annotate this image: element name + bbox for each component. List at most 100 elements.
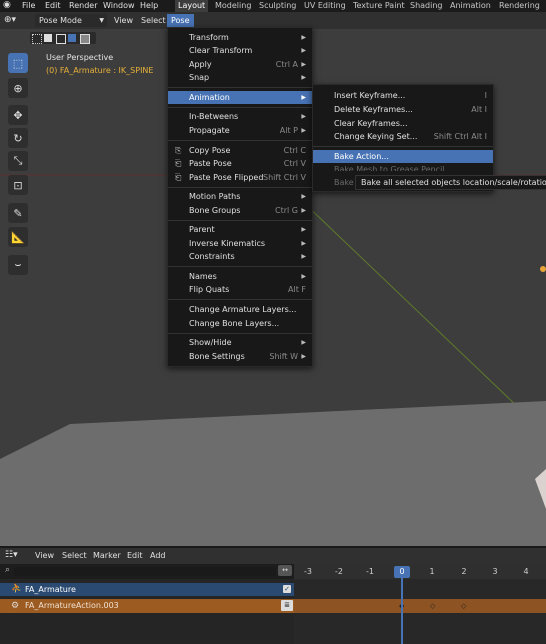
menu-item-inverse-kinematics[interactable]: Inverse Kinematics ▶ [168, 237, 312, 250]
menu-item-bone-groups[interactable]: Bone Groups Ctrl G ▶ [168, 204, 312, 217]
tl-menu-view[interactable]: View [35, 549, 54, 562]
editor-type-icon[interactable]: ☷▾ [5, 549, 18, 562]
tab-sculpting[interactable]: Sculpting [259, 0, 296, 12]
menu-item-constraints[interactable]: Constraints ▶ [168, 250, 312, 263]
select-invert-icon[interactable] [68, 34, 76, 42]
menu-edit[interactable]: Edit [45, 0, 61, 12]
search-icon: ⌕ [5, 565, 11, 575]
transform-tool-icon[interactable]: ⊡ [8, 175, 28, 195]
object-info: (0) FA_Armature : IK_SPINE [46, 66, 154, 75]
select-box-tool-icon[interactable]: ⬚ [8, 53, 28, 73]
timeline-header: ☷▾ View Select Marker Edit Add [0, 548, 546, 564]
menu-item-paste-pose-flipped[interactable]: ⎗ Paste Pose Flipped Shift Ctrl V [168, 171, 312, 184]
menu-item-names[interactable]: Names ▶ [168, 270, 312, 283]
menu-item-parent[interactable]: Parent ▶ [168, 223, 312, 236]
action-keyframe-track[interactable] [294, 599, 546, 613]
mode-dropdown[interactable]: Pose Mode ▼ [35, 14, 107, 27]
menu-item-bone-settings[interactable]: Bone Settings Shift W ▶ [168, 350, 312, 363]
paste-icon: ⎗ [175, 159, 182, 168]
menu-view[interactable]: View [114, 14, 133, 27]
frame-label: 1 [429, 567, 435, 576]
pose-menu: Transform ▶ Clear Transform ▶ Apply Ctrl A ▶… [167, 27, 313, 367]
keyframe-diamond[interactable]: ◇ [461, 602, 466, 610]
menu-window[interactable]: Window [103, 0, 135, 12]
armature-icon: ⛹ [11, 584, 23, 594]
menu-item-clear-transform[interactable]: Clear Transform ▶ [168, 44, 312, 57]
view-name: User Perspective [46, 53, 114, 62]
sync-icon[interactable]: ↔ [278, 565, 292, 576]
rotate-tool-icon[interactable]: ↻ [8, 128, 28, 148]
menu-item-apply[interactable]: Apply Ctrl A ▶ [168, 58, 312, 71]
channel-row-object[interactable]: ⛹ FA_Armature ✓ [0, 583, 294, 596]
bake-action-tooltip: Bake all selected objects location/scale… [355, 175, 546, 190]
menu-item-clear-keyframes[interactable]: Clear Keyframes... [313, 117, 493, 130]
keyframe-diamond[interactable]: ◇ [430, 602, 435, 610]
menu-item-insert-keyframe[interactable]: Insert Keyframe... I [313, 89, 493, 102]
annotate-tool-icon[interactable]: ✎ [8, 203, 28, 223]
menu-item-delete-keyframes[interactable]: Delete Keyframes... Alt I [313, 103, 493, 116]
menu-pose[interactable]: Pose [167, 14, 194, 27]
select-new-icon[interactable] [32, 34, 42, 44]
menu-item-propagate[interactable]: Propagate Alt P ▶ [168, 124, 312, 137]
tl-menu-edit[interactable]: Edit [127, 549, 143, 562]
menu-item-bake-action[interactable]: Bake Action... [313, 150, 493, 163]
menu-item-motion-paths[interactable]: Motion Paths ▶ [168, 190, 312, 203]
tab-uv-editing[interactable]: UV Editing [304, 0, 346, 12]
select-subtract-icon[interactable] [56, 34, 66, 44]
select-mode-buttons [30, 32, 96, 44]
scale-tool-icon[interactable]: ⤡ [8, 151, 28, 171]
tl-menu-marker[interactable]: Marker [93, 549, 121, 562]
tab-layout[interactable]: Layout [175, 0, 209, 12]
menu-item-paste-pose[interactable]: ⎗ Paste Pose Ctrl V [168, 157, 312, 170]
mode-label: Pose Mode [39, 16, 82, 25]
move-tool-icon[interactable]: ✥ [8, 105, 28, 125]
tab-rendering[interactable]: Rendering [499, 0, 540, 12]
menu-item-in-betweens[interactable]: In-Betweens ▶ [168, 110, 312, 123]
top-bar: ◉ File Edit Render Window Help Layout Mo… [0, 0, 546, 12]
menu-help[interactable]: Help [140, 0, 158, 12]
channel-search: ⌕ ↔ [0, 564, 294, 579]
menu-item-change-bone-layers[interactable]: Change Bone Layers... [168, 317, 312, 330]
measure-tool-icon[interactable]: 📐 [8, 227, 28, 247]
paste-flipped-icon: ⎗ [175, 173, 182, 182]
frame-label: 3 [492, 567, 498, 576]
frame-label: -3 [304, 567, 312, 576]
menu-item-change-keying-set[interactable]: Change Keying Set... Shift Ctrl Alt I [313, 130, 493, 143]
copy-icon: ⎘ [175, 146, 182, 155]
menu-item-animation[interactable]: Animation ▶ [168, 91, 312, 104]
menu-item-transform[interactable]: Transform ▶ [168, 31, 312, 44]
channel-name: FA_Armature [25, 585, 76, 594]
menu-item-change-armature-layers[interactable]: Change Armature Layers... [168, 303, 312, 316]
playhead-line[interactable] [401, 578, 403, 644]
menu-render[interactable]: Render [69, 0, 97, 12]
menu-file[interactable]: File [22, 0, 35, 12]
tab-shading[interactable]: Shading [410, 0, 443, 12]
select-extend-icon[interactable] [44, 34, 52, 42]
bone-size-tool-icon[interactable]: ⌣ [8, 255, 28, 275]
action-stash-icon[interactable]: ≣ [281, 600, 293, 611]
menu-item-snap[interactable]: Snap ▶ [168, 71, 312, 84]
blender-logo-icon[interactable]: ◉ [3, 0, 11, 12]
frame-label: 2 [461, 567, 467, 576]
checkbox-icon[interactable]: ✓ [283, 585, 291, 593]
tl-menu-select[interactable]: Select [62, 549, 87, 562]
menu-item-bake-mesh-to-grease-pencil[interactable]: Bake Mesh to Grease Pencil [313, 163, 493, 171]
channel-name: FA_ArmatureAction.003 [25, 601, 119, 610]
frame-label: 4 [523, 567, 529, 576]
menu-item-flip-quats[interactable]: Flip Quats Alt F [168, 283, 312, 296]
menu-select[interactable]: Select [141, 14, 166, 27]
frame-label: -2 [335, 567, 343, 576]
action-icon: ⚙ [11, 601, 20, 611]
bone-origin-marker [540, 266, 546, 272]
tab-modeling[interactable]: Modeling [215, 0, 251, 12]
select-intersect-icon[interactable] [80, 34, 90, 44]
editor-type-icon[interactable]: ⊕▾ [4, 14, 16, 27]
tl-menu-add[interactable]: Add [150, 549, 166, 562]
floor-plane [0, 401, 546, 546]
menu-item-show-hide[interactable]: Show/Hide ▶ [168, 336, 312, 349]
tab-texture-paint[interactable]: Texture Paint [353, 0, 405, 12]
menu-item-copy-pose[interactable]: ⎘ Copy Pose Ctrl C [168, 144, 312, 157]
cursor-tool-icon[interactable]: ⊕ [8, 78, 28, 98]
tab-animation[interactable]: Animation [450, 0, 491, 12]
search-input[interactable] [14, 567, 276, 576]
